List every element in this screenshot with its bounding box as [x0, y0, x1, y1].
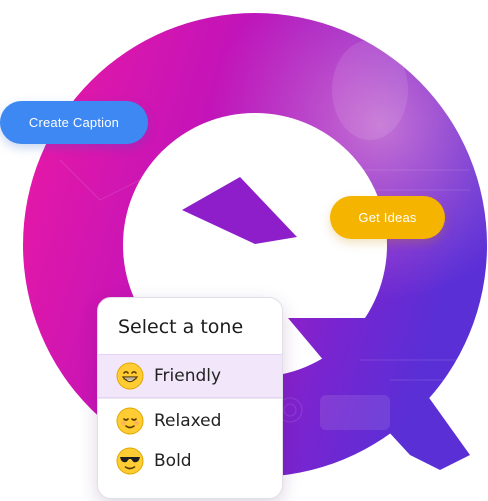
app-canvas: Create Caption Get Ideas Select a tone F… — [0, 0, 488, 501]
tone-option-relaxed[interactable]: Relaxed — [98, 399, 282, 443]
tone-option-bold[interactable]: Bold — [98, 439, 282, 483]
create-caption-button[interactable]: Create Caption — [0, 101, 148, 144]
tone-selector-card: Select a tone Friendly Relaxed Bold — [97, 297, 283, 499]
tone-option-label: Relaxed — [154, 411, 222, 431]
tone-option-label: Bold — [154, 451, 192, 471]
tone-option-friendly[interactable]: Friendly — [98, 354, 282, 398]
relieved-face-icon — [116, 407, 144, 435]
get-ideas-button[interactable]: Get Ideas — [330, 196, 445, 239]
sunglasses-face-icon — [116, 447, 144, 475]
tone-option-label: Friendly — [154, 366, 222, 386]
tone-selector-title: Select a tone — [118, 316, 244, 338]
grinning-face-icon — [116, 362, 144, 390]
